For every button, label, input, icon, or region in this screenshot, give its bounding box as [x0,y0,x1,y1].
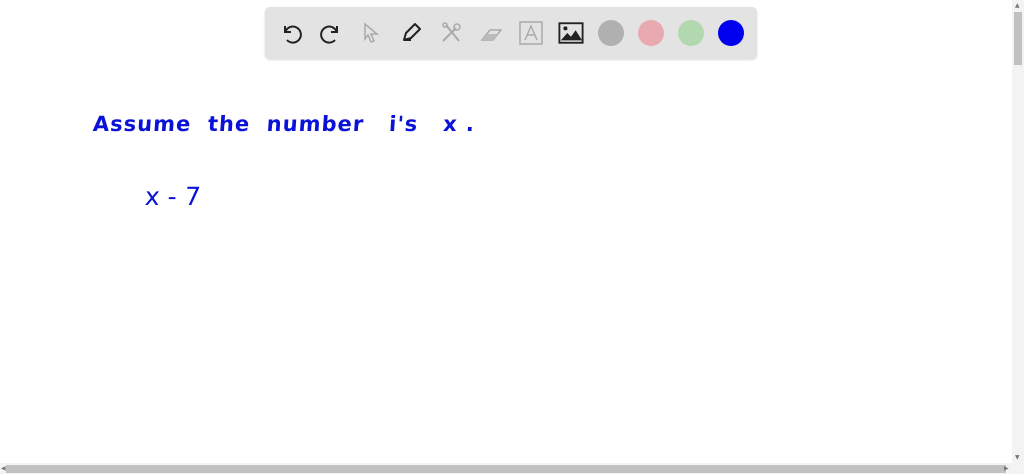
undo-button[interactable] [278,20,304,46]
tools-icon [442,22,461,42]
pen-icon [403,23,421,41]
redo-button[interactable] [318,20,344,46]
handwritten-line-1: Assume the number i's x . [92,112,476,136]
text-button[interactable] [518,20,544,46]
scroll-down-icon[interactable]: ▼ [1015,454,1020,461]
text-icon [519,21,543,45]
handwritten-line-2: x - 7 [143,182,202,211]
eraser-button[interactable] [478,20,504,46]
color-green-swatch[interactable] [678,20,704,46]
vertical-scroll-thumb[interactable] [1014,12,1022,65]
scroll-left-icon[interactable]: ◀ [1,465,6,472]
image-button[interactable] [558,20,584,46]
pen-button[interactable] [398,20,424,46]
horizontal-scroll-thumb[interactable] [6,465,1006,473]
pointer-icon [364,22,380,43]
color-pink-swatch[interactable] [638,20,664,46]
eraser-icon [480,29,503,41]
undo-icon [284,25,302,44]
scroll-right-icon[interactable]: ▶ [1004,465,1009,472]
color-gray-swatch[interactable] [598,20,624,46]
color-blue-swatch[interactable] [718,20,744,46]
vertical-scrollbar[interactable] [1012,0,1024,463]
tools-button[interactable] [438,20,464,46]
drawing-toolbar [265,7,757,59]
select-button[interactable] [358,20,384,46]
scroll-up-icon[interactable]: ▲ [1015,2,1020,9]
scrollbar-corner [1012,463,1024,474]
image-icon [558,22,584,44]
redo-icon [320,25,338,44]
